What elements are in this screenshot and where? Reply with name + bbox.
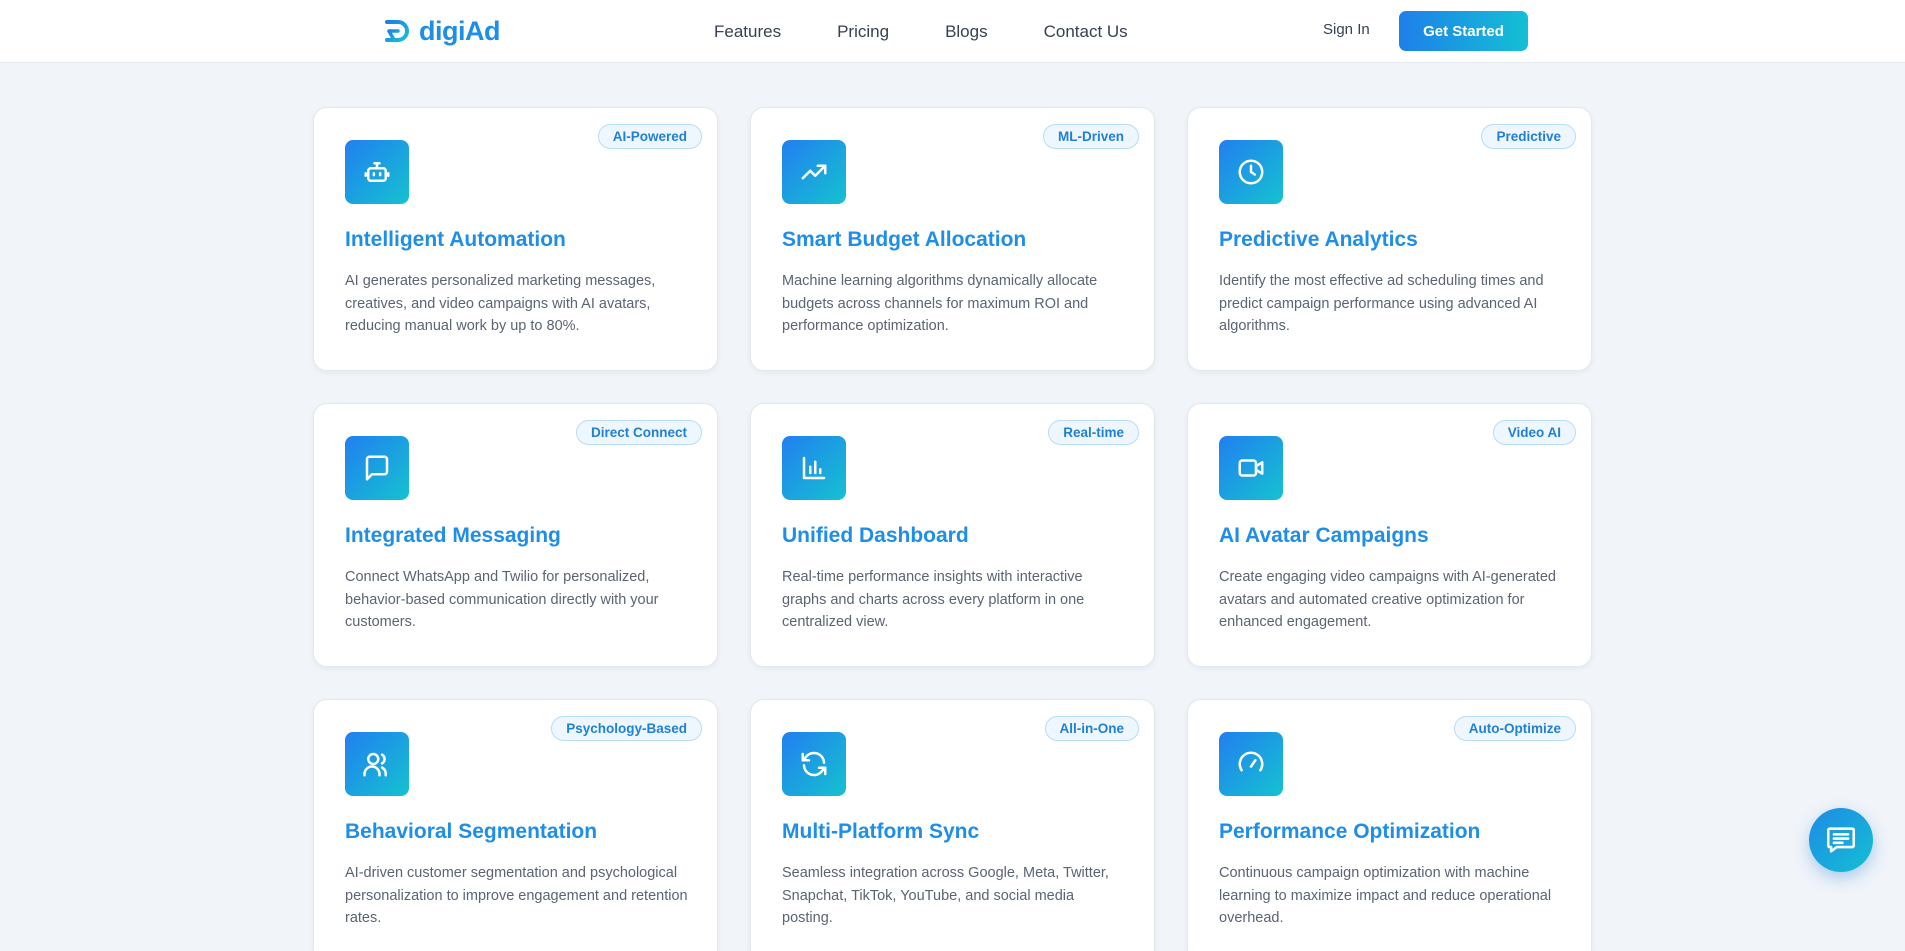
feature-description: Seamless integration across Google, Meta… bbox=[782, 865, 1109, 926]
feature-title: AI Avatar Campaigns bbox=[1219, 524, 1429, 547]
feature-title: Unified Dashboard bbox=[782, 524, 969, 547]
digiad-logo-icon bbox=[385, 20, 409, 42]
feature-description: Create engaging video campaigns with AI-… bbox=[1219, 569, 1556, 630]
bar-chart-icon bbox=[782, 436, 846, 500]
video-icon bbox=[1219, 436, 1283, 500]
feature-badge: AI-Powered bbox=[597, 124, 702, 149]
feature-card: Predictive Predictive Analytics Identify… bbox=[1187, 107, 1592, 371]
chat-icon bbox=[1826, 827, 1856, 853]
refresh-icon bbox=[782, 732, 846, 796]
feature-card: Auto-Optimize Performance Optimization C… bbox=[1187, 699, 1592, 951]
clock-icon bbox=[1219, 140, 1283, 204]
robot-icon bbox=[345, 140, 409, 204]
gauge-icon bbox=[1219, 732, 1283, 796]
feature-title: Multi-Platform Sync bbox=[782, 820, 980, 843]
feature-title: Behavioral Segmentation bbox=[345, 820, 598, 843]
nav-link-features[interactable]: Features bbox=[714, 22, 781, 42]
main-nav: Features Pricing Blogs Contact Us bbox=[714, 0, 1128, 63]
features-grid: AI-Powered Intelligent Automation AI gen… bbox=[313, 107, 1592, 951]
sign-in-link[interactable]: Sign In bbox=[1323, 21, 1370, 38]
feature-title: Integrated Messaging bbox=[345, 524, 561, 547]
nav-link-blogs[interactable]: Blogs bbox=[945, 22, 988, 42]
feature-card: Real-time Unified Dashboard Real-time pe… bbox=[750, 403, 1155, 667]
feature-title: Performance Optimization bbox=[1219, 820, 1481, 843]
feature-badge: Predictive bbox=[1481, 124, 1576, 149]
feature-badge: ML-Driven bbox=[1042, 124, 1139, 149]
brand-name: digiAd bbox=[419, 15, 500, 46]
feature-description: Machine learning algorithms dynamically … bbox=[782, 273, 1098, 334]
users-icon bbox=[345, 732, 409, 796]
feature-description: Continuous campaign optimization with ma… bbox=[1219, 865, 1552, 926]
feature-description: AI generates personalized marketing mess… bbox=[345, 273, 656, 334]
feature-title: Predictive Analytics bbox=[1219, 228, 1418, 251]
feature-card: AI-Powered Intelligent Automation AI gen… bbox=[313, 107, 718, 371]
feature-card: Direct Connect Integrated Messaging Conn… bbox=[313, 403, 718, 667]
feature-badge: Video AI bbox=[1492, 420, 1576, 445]
brand-logo[interactable]: digiAd bbox=[383, 14, 500, 48]
feature-description: Connect WhatsApp and Twilio for personal… bbox=[345, 569, 659, 630]
feature-badge: Direct Connect bbox=[575, 420, 702, 445]
feature-card: Psychology-Based Behavioral Segmentation… bbox=[313, 699, 718, 951]
message-square-icon bbox=[345, 436, 409, 500]
trending-up-icon bbox=[782, 140, 846, 204]
top-navbar: digiAd Features Pricing Blogs Contact Us… bbox=[0, 0, 1905, 63]
feature-title: Intelligent Automation bbox=[345, 228, 566, 251]
feature-badge: Psychology-Based bbox=[551, 716, 702, 741]
feature-description: Identify the most effective ad schedulin… bbox=[1219, 273, 1544, 334]
feature-card: Video AI AI Avatar Campaigns Create enga… bbox=[1187, 403, 1592, 667]
feature-card: ML-Driven Smart Budget Allocation Machin… bbox=[750, 107, 1155, 371]
get-started-button[interactable]: Get Started bbox=[1399, 11, 1528, 51]
feature-badge: All-in-One bbox=[1044, 716, 1139, 741]
feature-description: AI-driven customer segmentation and psyc… bbox=[345, 865, 688, 926]
feature-title: Smart Budget Allocation bbox=[782, 228, 1027, 251]
chat-button[interactable] bbox=[1809, 808, 1873, 872]
nav-link-pricing[interactable]: Pricing bbox=[837, 22, 889, 42]
feature-badge: Real-time bbox=[1048, 420, 1139, 445]
nav-link-contact-us[interactable]: Contact Us bbox=[1044, 22, 1128, 42]
feature-card: All-in-One Multi-Platform Sync Seamless … bbox=[750, 699, 1155, 951]
feature-description: Real-time performance insights with inte… bbox=[782, 569, 1085, 630]
feature-badge: Auto-Optimize bbox=[1453, 716, 1576, 741]
